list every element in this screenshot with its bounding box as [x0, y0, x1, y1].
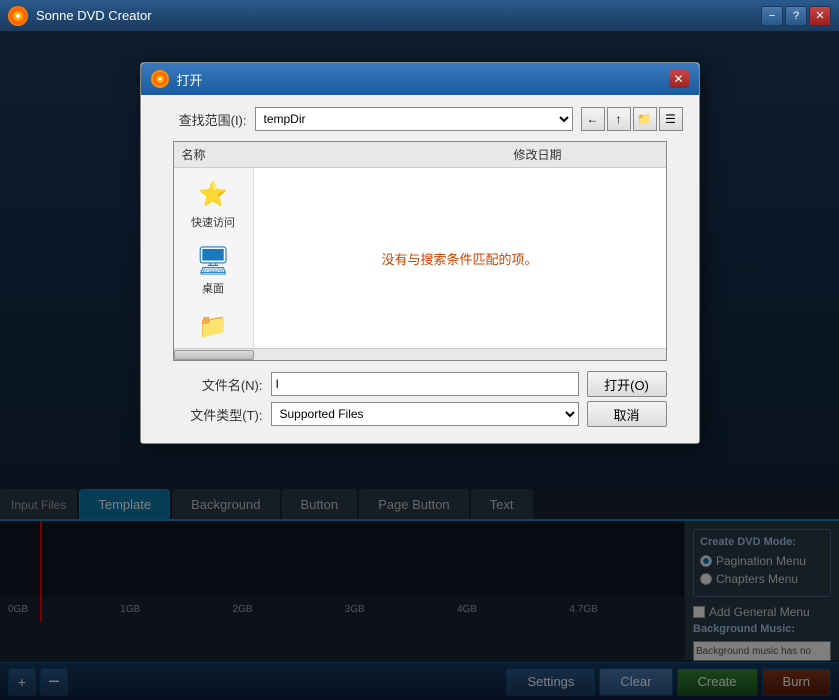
dialog-body: 查找范围(I): tempDir ← ↑ 📁 ☰	[141, 95, 699, 443]
modal-overlay: 打开 ✕ 查找范围(I): tempDir ← ↑ 📁	[0, 32, 839, 700]
library-icon: 📁	[195, 308, 231, 344]
app-title: Sonne DVD Creator	[36, 8, 761, 23]
filetype-row: 文件类型(T): Supported Files 取消	[173, 401, 667, 427]
quick-access-icon-0: ⭐	[195, 176, 231, 212]
dialog-icon	[151, 70, 169, 88]
nav-up-button[interactable]: ↑	[607, 107, 631, 131]
quick-access-item-2[interactable]: 📁 库	[195, 308, 231, 348]
title-bar: Sonne DVD Creator − ? ✕	[0, 0, 839, 32]
quick-access-label-0: 快速访问	[191, 214, 235, 230]
search-range-row: 查找范围(I): tempDir ← ↑ 📁 ☰	[157, 107, 683, 131]
scrollbar-thumb[interactable]	[174, 350, 254, 360]
close-button[interactable]: ✕	[809, 6, 831, 26]
file-browser-content: ⭐ 快速访问 🖥 桌面 📁 库	[174, 168, 666, 348]
cancel-button[interactable]: 取消	[587, 401, 667, 427]
open-button[interactable]: 打开(O)	[587, 371, 667, 397]
nav-view-button[interactable]: ☰	[659, 107, 683, 131]
quick-access-item-0[interactable]: ⭐ 快速访问	[191, 176, 235, 230]
app-icon	[8, 6, 28, 26]
quick-access-sidebar: ⭐ 快速访问 🖥 桌面 📁 库	[174, 168, 254, 348]
file-list-area: 没有与搜索条件匹配的项。	[254, 168, 666, 348]
quick-access-item-1[interactable]: 🖥 桌面	[195, 242, 231, 296]
main-content: Input Files Template Background Button P…	[0, 32, 839, 700]
filetype-label: 文件类型(T):	[173, 405, 263, 424]
nav-new-folder-button[interactable]: 📁	[633, 107, 657, 131]
search-label: 查找范围(I):	[157, 110, 247, 129]
search-select[interactable]: tempDir	[255, 107, 573, 131]
open-file-dialog: 打开 ✕ 查找范围(I): tempDir ← ↑ 📁	[140, 62, 700, 444]
dialog-close-button[interactable]: ✕	[669, 70, 689, 88]
file-browser-header: 名称 修改日期	[174, 142, 666, 168]
filename-input[interactable]	[271, 372, 579, 396]
nav-back-button[interactable]: ←	[581, 107, 605, 131]
empty-message: 没有与搜索条件匹配的项。	[381, 249, 537, 268]
minimize-button[interactable]: −	[761, 6, 783, 26]
quick-access-label-1: 桌面	[202, 280, 224, 296]
file-browser: 名称 修改日期 ⭐ 快速访问 🖥	[173, 141, 667, 361]
filename-label: 文件名(N):	[173, 375, 263, 394]
col-name-header: 名称	[174, 144, 506, 165]
filename-row: 文件名(N): 打开(O)	[173, 371, 667, 397]
desktop-icon: 🖥	[195, 242, 231, 278]
help-button[interactable]: ?	[785, 6, 807, 26]
col-date-header: 修改日期	[506, 144, 666, 165]
title-bar-controls: − ? ✕	[761, 6, 831, 26]
dialog-title-bar: 打开 ✕	[141, 63, 699, 95]
dialog-title: 打开	[177, 70, 669, 89]
app-window: Sonne DVD Creator − ? ✕ Input Files Temp…	[0, 0, 839, 700]
nav-buttons: ← ↑ 📁 ☰	[581, 107, 683, 131]
filetype-select[interactable]: Supported Files	[271, 402, 579, 426]
horizontal-scrollbar[interactable]	[174, 348, 666, 360]
